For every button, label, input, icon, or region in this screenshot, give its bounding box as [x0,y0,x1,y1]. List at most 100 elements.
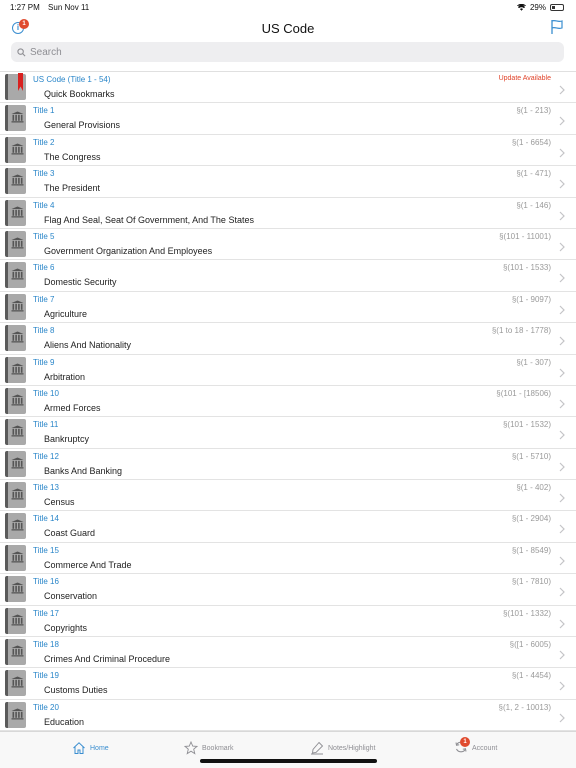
list-item[interactable]: Title 18 Crimes And Criminal Procedure §([… [0,637,576,669]
section-range: §([1 - 6005) [509,640,551,650]
list-item[interactable]: Title 17 Copyrights §(101 - 1332) [0,606,576,638]
list-item[interactable]: Title 11 Bankruptcy §(101 - 1532) [0,417,576,449]
navigation-bar: i 1 US Code [0,14,576,42]
list-item[interactable]: Title 16 Conservation §(1 - 7810) [0,574,576,606]
section-range: §(1 - 471) [516,169,551,179]
law-book-icon [5,293,26,320]
search-input[interactable] [30,46,530,58]
law-book-icon [5,576,26,603]
item-title: Title 11 [33,420,59,430]
item-subtitle: Education [44,716,85,727]
tab-notes-highlight[interactable]: Notes/Highlight [310,737,375,759]
item-subtitle: Government Organization And Employees [44,245,213,256]
law-book-icon [5,325,26,352]
item-subtitle: Census [44,497,75,508]
section-range: §(1 to 18 - 1778) [491,326,551,336]
list-item[interactable]: US Code (Title 1 - 54) Quick Bookmarks Upd… [0,72,576,104]
item-subtitle: Quick Bookmarks [44,89,115,99]
section-range: §(101 - 1332) [502,608,551,618]
flag-icon[interactable] [550,19,564,35]
item-title: Title 17 [33,608,59,618]
battery-icon [550,3,564,11]
account-badge: 1 [460,737,470,747]
list-item[interactable]: Title 14 Coast Guard §(1 - 2904) [0,511,576,543]
law-book-icon [5,701,26,728]
item-subtitle: Copyrights [44,622,88,633]
item-title: Title 2 [33,137,55,147]
item-subtitle: Conservation [44,591,98,602]
search-bar[interactable] [11,42,564,62]
info-badge: 1 [19,19,29,29]
law-book-icon [5,419,26,446]
update-available-label[interactable]: Update Available [499,75,551,82]
item-title: Title 5 [33,231,55,241]
section-range: §(1 - 6654) [511,137,551,147]
item-title: Title 8 [33,326,55,336]
tab-bookmark[interactable]: Bookmark [184,737,234,759]
bookmark-ribbon-icon [18,73,23,91]
chevron-right-icon [558,584,566,597]
section-range: §(101 - 11001) [499,231,551,241]
list-item[interactable]: Title 1 General Provisions §(1 - 213) [0,103,576,135]
section-range: §(1 - 146) [516,200,551,210]
home-indicator [200,759,377,763]
tab-home[interactable]: Home [72,737,109,759]
list-item[interactable]: Title 5 Government Organization And Emplo… [0,229,576,261]
wifi-icon [516,3,526,11]
list-item[interactable]: Title 8 Aliens And Nationality §(1 to 18 -… [0,323,576,355]
item-subtitle: Bankruptcy [44,434,90,445]
list-item[interactable]: Title 9 Arbitration §(1 - 307) [0,355,576,386]
tab-notes-label: Notes/Highlight [328,744,376,752]
section-range: §(101 - 1532) [502,420,551,430]
tab-bar: Home Bookmark Notes/Highlight 1 Account [0,731,576,768]
section-range: §(1 - 307) [516,357,551,367]
list-item[interactable]: Title 2 The Congress §(1 - 6654) [0,135,576,167]
section-range: §(101 - [18506) [496,388,551,398]
law-book-icon [5,607,26,634]
search-icon [17,47,26,56]
item-subtitle: The President [44,183,101,194]
law-book-icon [5,105,26,132]
list-item[interactable]: Title 13 Census §(1 - 402) [0,480,576,512]
law-book-icon [5,199,26,226]
tab-home-label: Home [90,744,109,752]
item-subtitle: Banks And Banking [44,465,123,476]
item-subtitle: Aliens And Nationality [44,340,132,351]
law-book-icon [5,168,26,195]
item-subtitle: Flag And Seal, Seat Of Government, And T… [44,214,254,225]
highlighter-icon [311,741,324,755]
law-book-icon [5,513,26,540]
list-item[interactable]: Title 6 Domestic Security §(101 - 1533) [0,260,576,292]
chevron-right-icon [558,239,566,252]
info-button[interactable]: i 1 [12,19,29,36]
list-item[interactable]: Title 3 The President §(1 - 471) [0,166,576,198]
item-subtitle: Agriculture [44,308,88,319]
battery-percent: 29% [529,2,546,12]
item-title: Title 12 [33,451,59,461]
title-list: US Code (Title 1 - 54) Quick Bookmarks Upd… [0,71,576,732]
section-range: §(1 - 5710) [511,451,551,461]
chevron-right-icon [558,553,566,566]
section-range: §(1 - 402) [516,483,551,493]
list-item[interactable]: Title 15 Commerce And Trade §(1 - 8549) [0,543,576,575]
list-item[interactable]: Title 10 Armed Forces §(101 - [18506) [0,386,576,418]
list-item[interactable]: Title 4 Flag And Seal, Seat Of Government… [0,198,576,229]
chevron-right-icon [558,396,566,409]
section-range: §(1 - 2904) [511,514,551,524]
item-title: Title 13 [33,483,59,493]
list-item[interactable]: Title 19 Customs Duties §(1 - 4454) [0,668,576,700]
chevron-right-icon [558,678,566,691]
list-item[interactable]: Title 12 Banks And Banking §(1 - 5710) [0,449,576,481]
tab-account[interactable]: 1 Account [454,737,497,759]
section-range: §(1 - 4454) [511,671,551,681]
list-item[interactable]: Title 7 Agriculture §(1 - 9097) [0,292,576,324]
item-title: Title 7 [33,294,55,304]
law-book-icon [5,356,26,383]
list-item[interactable]: Title 20 Education §(1, 2 - 10013) [0,700,576,732]
chevron-right-icon [558,365,566,377]
law-book-icon [5,450,26,477]
law-book-icon [5,544,26,571]
chevron-right-icon [558,113,566,126]
page-title: US Code [261,20,315,36]
chevron-right-icon [558,459,566,472]
